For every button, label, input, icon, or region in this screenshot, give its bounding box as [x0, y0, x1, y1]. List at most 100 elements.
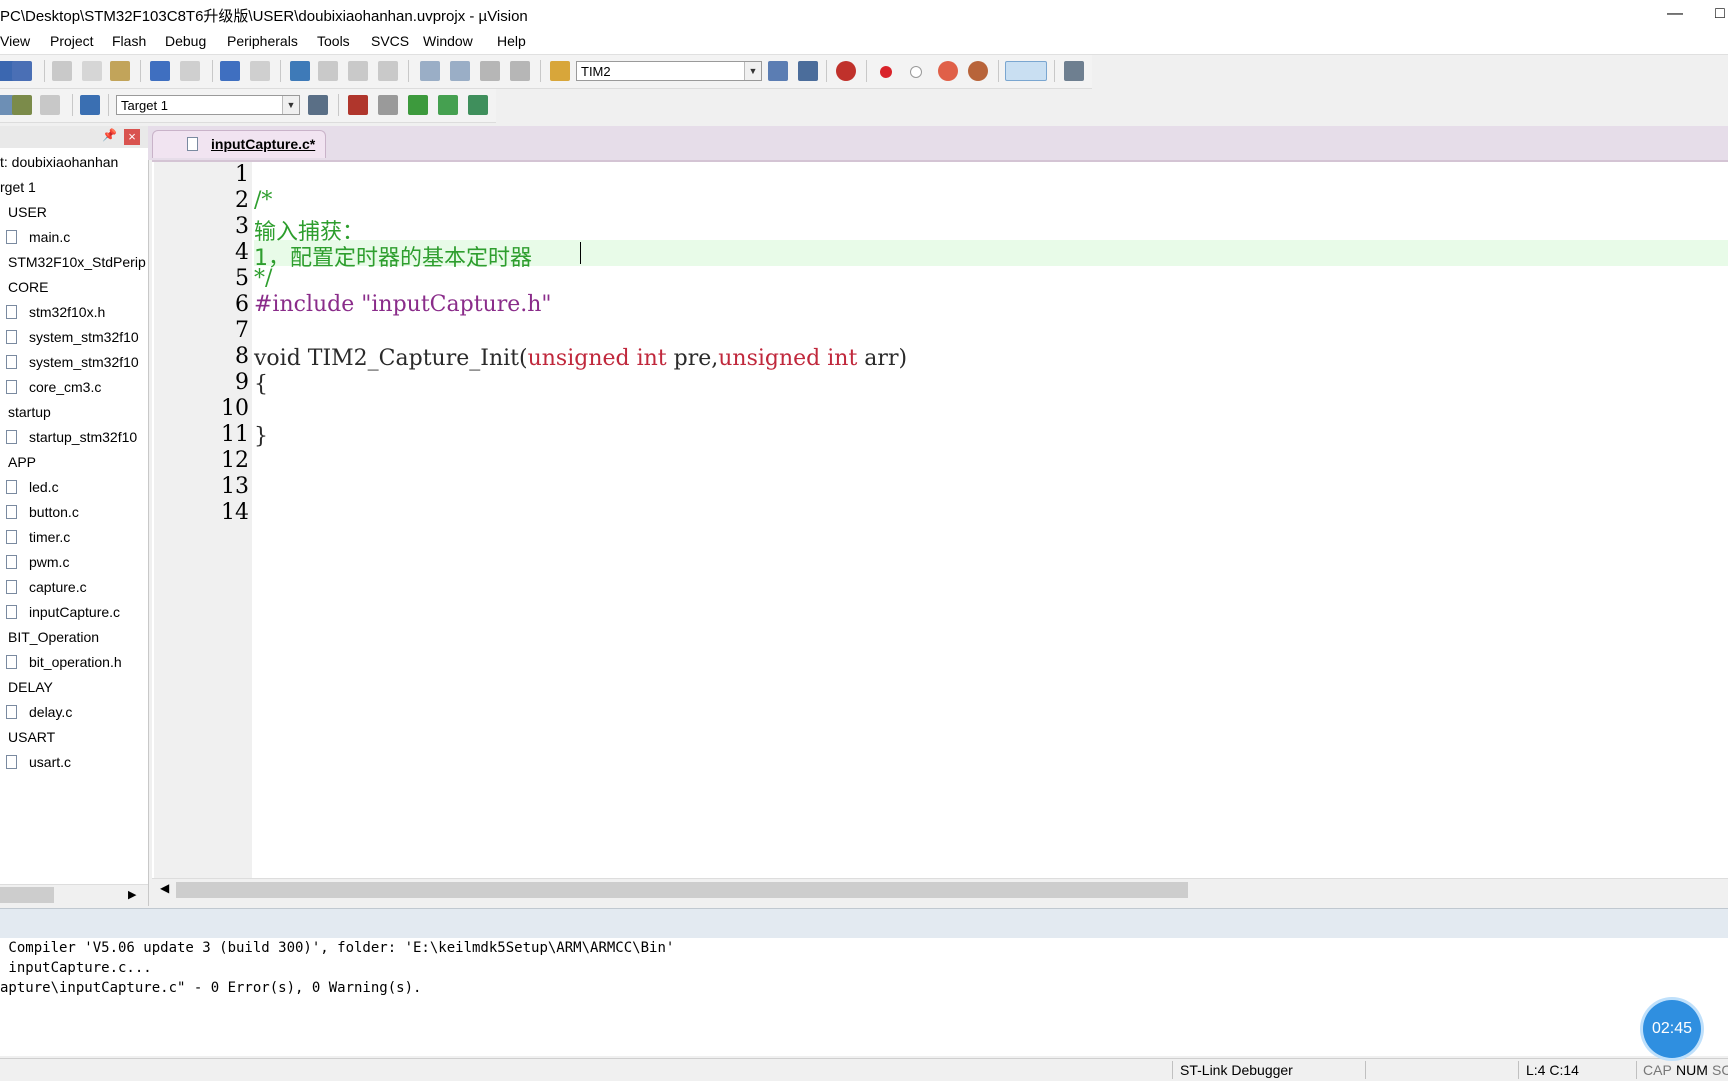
select-packs-icon[interactable] [378, 95, 398, 115]
save-all-icon[interactable] [12, 61, 32, 81]
manage-rte-icon[interactable] [408, 95, 428, 115]
editor-hscroll-thumb[interactable] [176, 882, 1188, 898]
pack-update-icon[interactable] [468, 95, 488, 115]
tree-file-item[interactable]: core_cm3.c [6, 379, 101, 395]
file-icon [187, 137, 198, 151]
pack-installer-icon[interactable] [438, 95, 458, 115]
next-bookmark-icon[interactable] [348, 61, 368, 81]
line-number: 6 [235, 292, 249, 317]
debug-session-icon[interactable] [836, 61, 856, 81]
prev-bookmark-icon[interactable] [318, 61, 338, 81]
rebuild-icon[interactable] [40, 95, 60, 115]
close-icon[interactable]: × [124, 129, 140, 145]
configure-icon[interactable] [1064, 61, 1084, 81]
copy-icon[interactable] [82, 61, 102, 81]
scroll-left-icon[interactable]: ◀ [160, 881, 169, 895]
tree-group-item[interactable]: BIT_Operation [8, 629, 99, 645]
tree-item-label: system_stm32f10 [29, 329, 139, 345]
scroll-lock-indicator: SC [1712, 1062, 1728, 1078]
tree-item-label: capture.c [29, 579, 87, 595]
find-in-files-icon[interactable] [550, 61, 570, 81]
pin-icon[interactable]: 📌 [102, 128, 117, 142]
comment-icon[interactable] [480, 61, 500, 81]
menu-help[interactable]: Help [497, 33, 526, 49]
clear-bookmarks-icon[interactable] [378, 61, 398, 81]
target-options-icon[interactable] [308, 95, 328, 115]
tree-group-item[interactable]: USER [8, 204, 47, 220]
project-panel-header: 📌 × [0, 126, 148, 148]
cut-icon[interactable] [52, 61, 72, 81]
tree-file-item[interactable]: pwm.c [6, 554, 69, 570]
uncomment-icon[interactable] [510, 61, 530, 81]
menu-project[interactable]: Project [50, 33, 94, 49]
recording-timer-badge[interactable]: 02:45 [1643, 1000, 1701, 1058]
tree-file-item[interactable]: startup_stm32f10 [6, 429, 137, 445]
unindent-icon[interactable] [450, 61, 470, 81]
tree-file-item[interactable]: inputCapture.c [6, 604, 120, 620]
tree-group-item[interactable]: APP [8, 454, 36, 470]
kill-all-breakpoints-icon[interactable] [968, 61, 988, 81]
tree-file-item[interactable]: button.c [6, 504, 79, 520]
download-icon[interactable] [80, 95, 100, 115]
file-icon [6, 480, 17, 494]
file-icon [6, 655, 17, 669]
target-combo[interactable]: Target 1 ▼ [116, 95, 300, 115]
tree-file-item[interactable]: timer.c [6, 529, 70, 545]
tree-group-item[interactable]: USART [8, 729, 55, 745]
find-icon[interactable] [768, 61, 788, 81]
project-hscroll[interactable]: ▶ [0, 884, 148, 907]
tree-file-item[interactable]: bit_operation.h [6, 654, 122, 670]
tree-file-item[interactable]: delay.c [6, 704, 72, 720]
incremental-find-icon[interactable] [798, 61, 818, 81]
tree-group-item[interactable]: DELAY [8, 679, 53, 695]
tree-file-item[interactable]: system_stm32f10 [6, 354, 139, 370]
tree-group-item[interactable]: rget 1 [0, 179, 36, 195]
tree-group-item[interactable]: startup [8, 404, 51, 420]
text-cursor [580, 242, 581, 264]
project-hscroll-thumb[interactable] [0, 887, 54, 903]
redo-icon[interactable] [180, 61, 200, 81]
indent-icon[interactable] [420, 61, 440, 81]
chevron-down-icon[interactable]: ▼ [282, 96, 299, 114]
breakpoint-icon[interactable] [880, 66, 892, 78]
tab-inputcapture[interactable]: inputCapture.c* [152, 130, 326, 158]
build-icon[interactable] [12, 95, 32, 115]
menu-svcs[interactable]: SVCS [371, 33, 409, 49]
menu-tools[interactable]: Tools [317, 33, 350, 49]
menu-window[interactable]: Window [423, 33, 473, 49]
file-icon [6, 605, 17, 619]
bookmark-icon[interactable] [290, 61, 310, 81]
menu-flash[interactable]: Flash [112, 33, 146, 49]
disable-all-breakpoints-icon[interactable] [938, 61, 958, 81]
tree-file-item[interactable]: system_stm32f10 [6, 329, 139, 345]
tree-group-item[interactable]: t: doubixiaohanhan [0, 154, 118, 170]
tree-group-item[interactable]: CORE [8, 279, 48, 295]
paste-icon[interactable] [110, 61, 130, 81]
tree-file-item[interactable]: main.c [6, 229, 70, 245]
navigate-forward-icon[interactable] [250, 61, 270, 81]
restore-button[interactable]: □ [1700, 2, 1728, 26]
tree-item-label: startup [8, 404, 51, 420]
menu-peripherals[interactable]: Peripherals [227, 33, 298, 49]
find-combo[interactable]: TIM2 ▼ [576, 61, 762, 81]
preprocessor-directive: #include [254, 292, 362, 317]
tree-item-label: CORE [8, 279, 49, 295]
disable-breakpoint-icon[interactable] [910, 66, 922, 78]
tree-file-item[interactable]: stm32f10x.h [6, 304, 105, 320]
window-layout-icon[interactable] [1005, 61, 1047, 81]
scroll-right-icon[interactable]: ▶ [128, 888, 136, 901]
line-number: 2 [235, 188, 249, 213]
navigate-back-icon[interactable] [220, 61, 240, 81]
tree-group-item[interactable]: STM32F10x_StdPerip [8, 254, 146, 270]
build-output-splitter[interactable] [0, 908, 1728, 940]
menu-debug[interactable]: Debug [165, 33, 206, 49]
tree-file-item[interactable]: led.c [6, 479, 59, 495]
manage-project-icon[interactable] [348, 95, 368, 115]
chevron-down-icon[interactable]: ▼ [744, 62, 761, 80]
undo-icon[interactable] [150, 61, 170, 81]
menu-view[interactable]: View [0, 33, 30, 49]
tree-file-item[interactable]: capture.c [6, 579, 87, 595]
minimize-button[interactable]: — [1655, 2, 1695, 26]
code-line-2: /* [254, 188, 273, 213]
tree-file-item[interactable]: usart.c [6, 754, 71, 770]
